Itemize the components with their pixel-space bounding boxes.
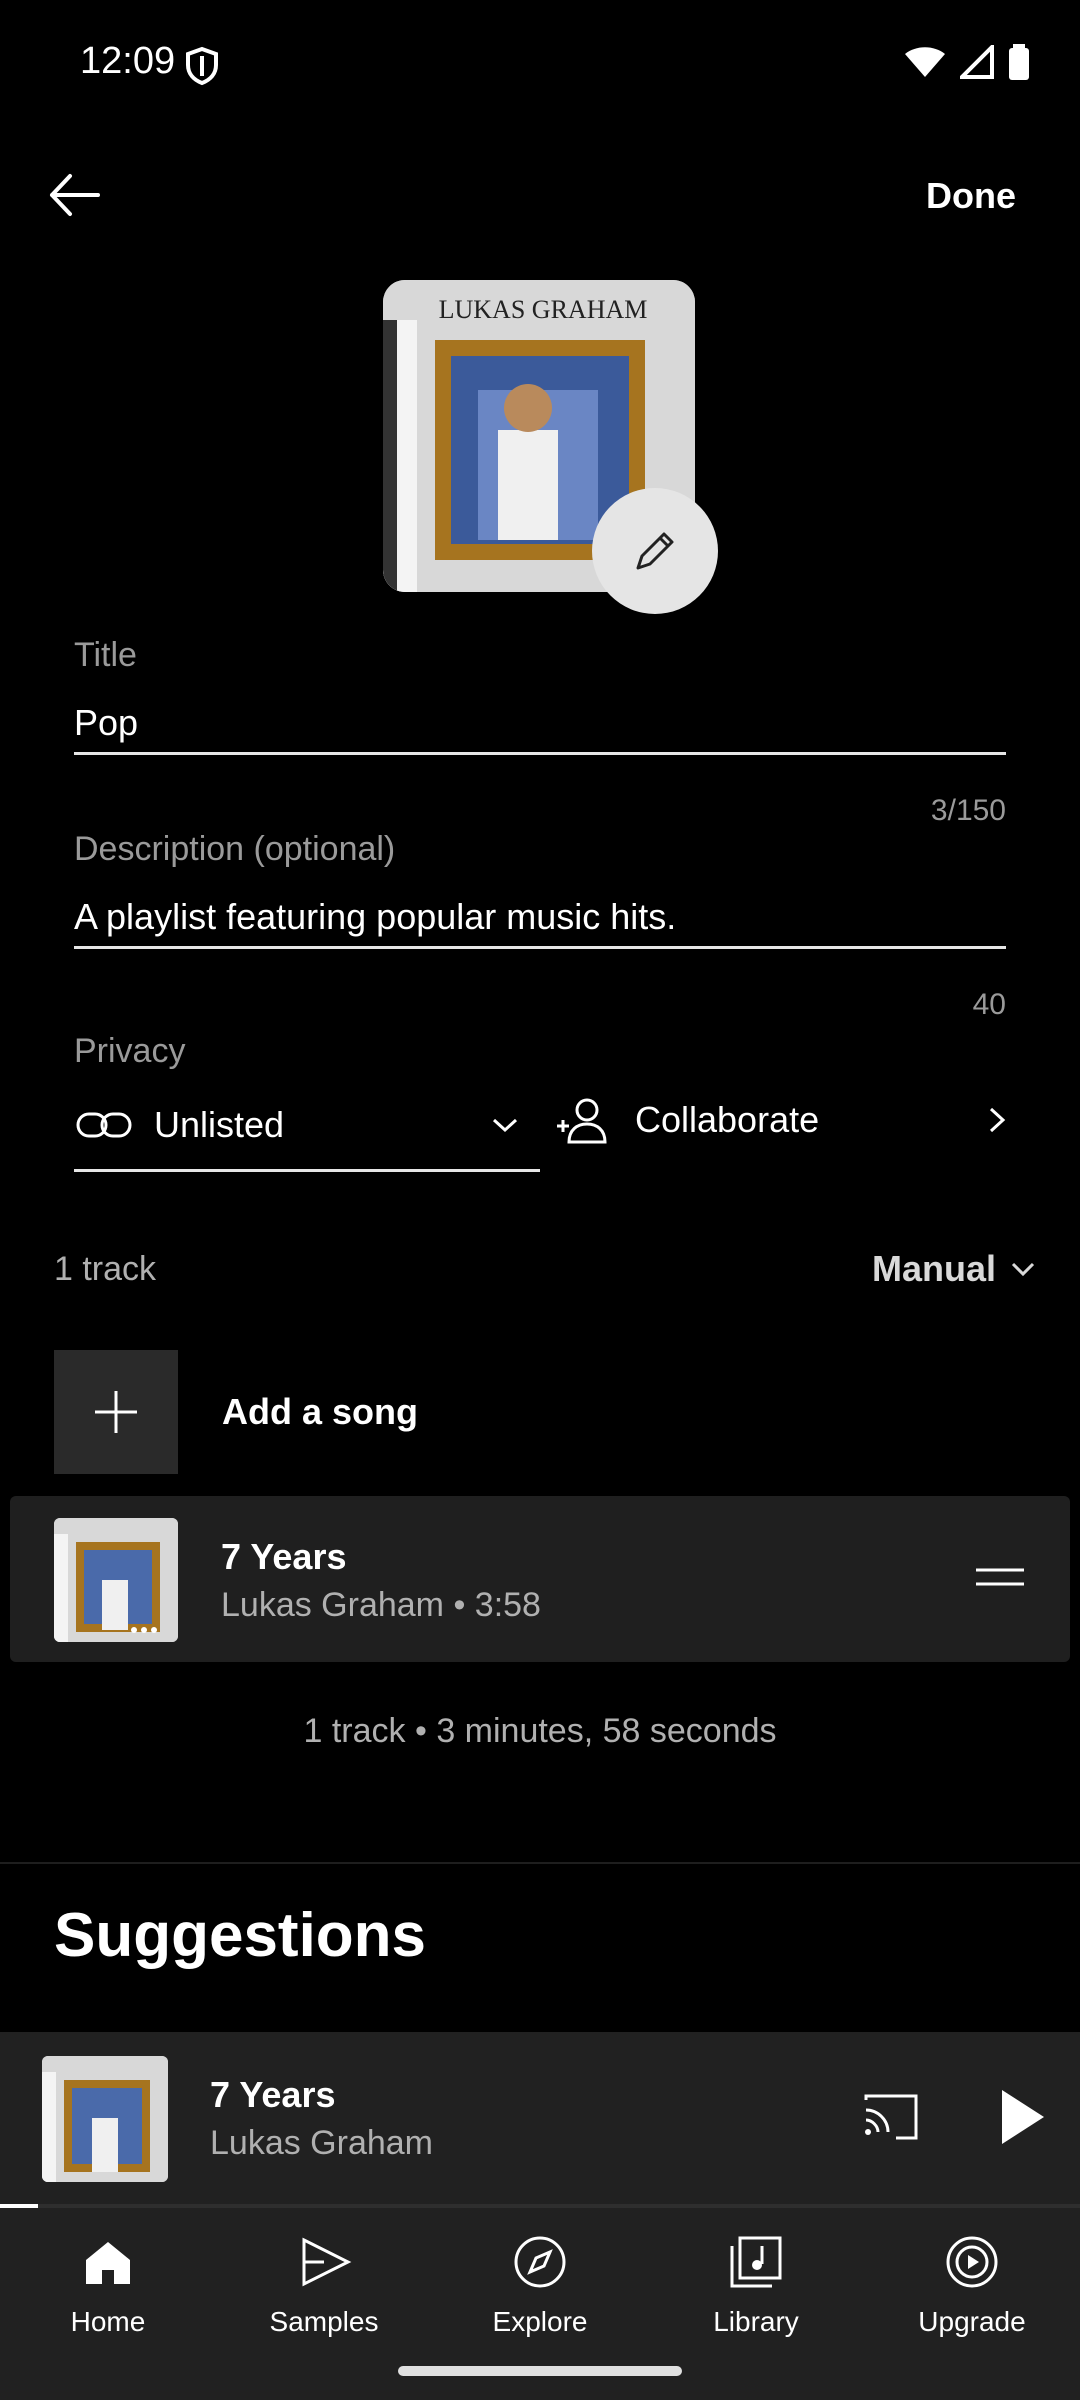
sort-label: Manual [871,1248,996,1289]
wifi-icon [905,47,945,77]
cell-signal-icon [960,45,994,79]
collaborate-button[interactable]: Collaborate [555,1080,1015,1160]
nav-explore-label: Explore [492,2306,588,2337]
chevron-right-icon [989,1107,1006,1133]
privacy-label: Privacy [74,1032,186,1070]
add-song-label: Add a song [222,1391,418,1432]
title-label: Title [74,636,137,674]
library-icon [730,2236,782,2288]
track-thumbnail [54,1518,178,1642]
add-song-button[interactable]: Add a song [54,1350,1054,1474]
collaborate-label: Collaborate [635,1099,820,1140]
nav-upgrade-label: Upgrade [918,2306,1026,2337]
done-button[interactable]: Done [926,175,1016,217]
track-title: 7 Years [221,1536,347,1577]
nav-library-label: Library [713,2306,799,2337]
drag-handle-icon[interactable] [970,1562,1030,1592]
mini-player-title: 7 Years [210,2074,336,2115]
add-song-tile [54,1350,178,1474]
pencil-icon [636,532,674,570]
cast-icon[interactable] [860,2086,922,2148]
track-subtitle: Lukas Graham • 3:58 [221,1586,541,1624]
upgrade-icon [946,2236,998,2288]
title-input[interactable]: Pop [74,702,1006,744]
title-underline [74,752,1006,755]
mini-player-thumbnail [42,2056,168,2182]
description-input[interactable]: A playlist featuring popular music hits. [74,896,1006,938]
description-label: Description (optional) [74,830,396,868]
play-icon[interactable] [990,2084,1050,2150]
plus-icon [95,1391,137,1433]
battery-icon [1009,44,1029,80]
nav-samples-label: Samples [269,2306,379,2337]
shield-icon [186,46,218,86]
nav-home-label: Home [70,2306,146,2337]
description-counter: 40 [972,988,1006,1021]
title-counter: 3/150 [930,794,1006,827]
samples-icon [302,2237,352,2287]
suggestions-heading: Suggestions [54,1901,427,1970]
status-time: 12:09 [80,40,176,82]
link-icon [76,1112,132,1137]
nav-home[interactable]: Home [0,2208,216,2400]
playlist-summary: 1 track • 3 minutes, 58 seconds [303,1712,777,1750]
track-row[interactable]: 7 Years Lukas Graham • 3:58 [10,1496,1070,1662]
privacy-dropdown[interactable]: Unlisted [74,1080,540,1172]
status-icons [904,44,1030,80]
track-count: 1 track [54,1250,157,1288]
back-arrow-icon[interactable] [40,160,110,230]
home-icon [86,2242,130,2284]
section-divider [0,1862,1080,1864]
mini-player[interactable]: 7 Years Lukas Graham [0,2032,1080,2208]
privacy-value: Unlisted [154,1103,285,1145]
chevron-down-icon [1011,1262,1035,1277]
home-indicator[interactable] [398,2366,682,2376]
nav-upgrade[interactable]: Upgrade [864,2208,1080,2400]
edit-cover-button[interactable] [592,488,718,614]
add-person-icon [557,1098,607,1144]
mini-player-artist: Lukas Graham [210,2124,433,2162]
cover-lettering: LUKAS GRAHAM [439,295,648,324]
explore-icon [514,2236,566,2288]
description-underline [74,946,1006,949]
sort-dropdown[interactable]: Manual [872,1248,1036,1290]
chevron-down-icon [492,1118,518,1132]
